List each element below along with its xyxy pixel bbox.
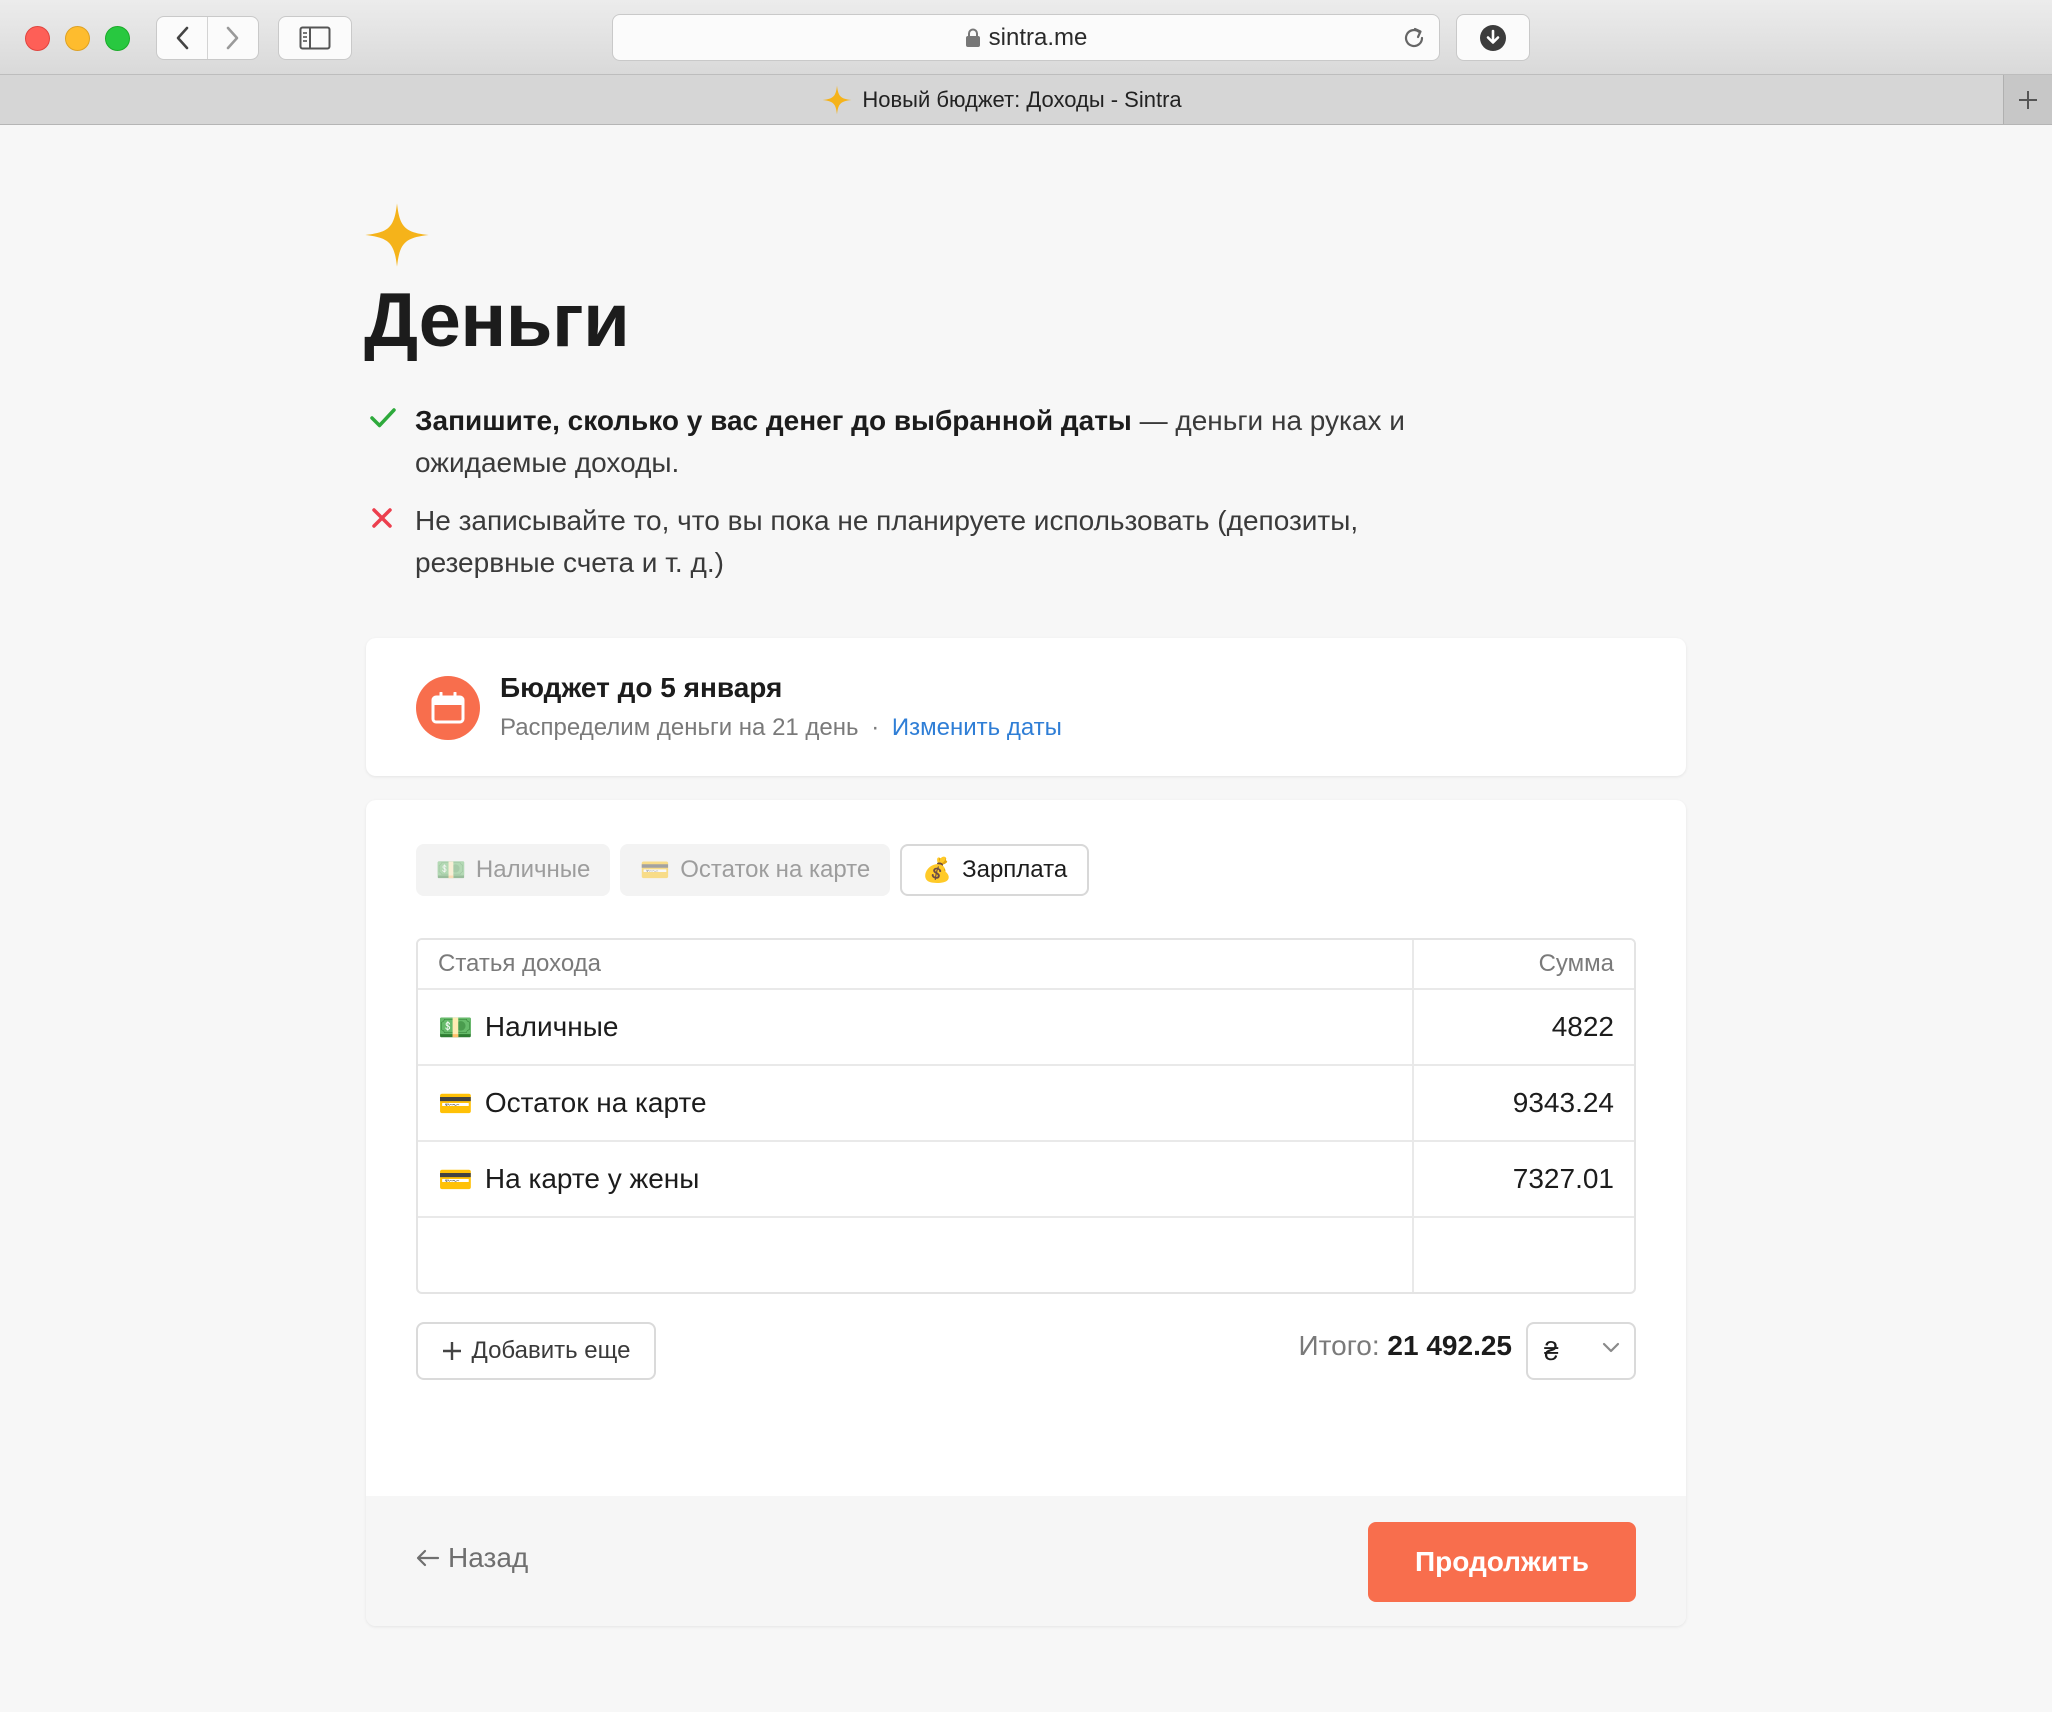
lock-icon [965, 28, 980, 47]
back-button[interactable]: Назад [416, 1542, 528, 1574]
forward-nav-button[interactable] [207, 17, 258, 59]
sparkle-logo-icon [365, 203, 429, 267]
sidebar-toggle-button[interactable] [278, 16, 352, 60]
currency-symbol: ₴ [1544, 1336, 1559, 1366]
downloads-button[interactable] [1456, 14, 1530, 61]
table-row: 💳 Остаток на карте 9343.24 [418, 1064, 1634, 1140]
table-row: 💵 Наличные 4822 [418, 988, 1634, 1064]
add-more-button[interactable]: Добавить еще [416, 1322, 656, 1380]
calendar-icon [416, 676, 480, 740]
income-amount-cell[interactable]: 9343.24 [1414, 1066, 1634, 1140]
rule-dont: Не записывайте то, что вы пока не планир… [370, 500, 1430, 584]
reload-icon[interactable] [1401, 25, 1427, 51]
income-name: На карте у жены [484, 1163, 700, 1194]
budget-subtitle: Распределим деньги на 21 день [500, 714, 859, 741]
income-amount-cell[interactable]: 7327.01 [1414, 1142, 1634, 1216]
minimize-window-button[interactable] [65, 26, 90, 51]
total-value: 21 492.25 [1387, 1330, 1512, 1361]
sidebar-icon [299, 26, 331, 50]
chevron-left-icon [176, 26, 189, 50]
income-amount-cell[interactable] [1414, 1218, 1634, 1292]
income-card: 💵 Наличные 💳 Остаток на карте 💰 Зарплата… [366, 800, 1686, 1626]
tab-title-text: Новый бюджет: Доходы - Sintra [862, 86, 1182, 112]
browser-toolbar: sintra.me [0, 0, 2052, 75]
card-footer: Назад Продолжить [366, 1496, 1686, 1626]
rule-do-bold: Запишите, сколько у вас денег до выбранн… [415, 405, 1132, 436]
plus-icon [442, 1342, 461, 1360]
income-table: Статья дохода Сумма 💵 Наличные 4822 💳 Ос… [416, 938, 1636, 1294]
new-tab-button[interactable] [2003, 75, 2052, 124]
rule-do: Запишите, сколько у вас денег до выбранн… [370, 400, 1430, 484]
chevron-down-icon [1602, 1342, 1620, 1353]
budget-subtitle-line: Распределим деньги на 21 день · Изменить… [500, 714, 1062, 742]
income-name: Наличные [484, 1011, 619, 1042]
money-bill-icon: 💵 [436, 856, 466, 884]
table-row: 💳 На карте у жены 7327.01 [418, 1140, 1634, 1216]
chip-label: Остаток на карте [680, 856, 871, 883]
tab-bar: Новый бюджет: Доходы - Sintra [0, 75, 2052, 125]
credit-card-icon: 💳 [438, 1163, 473, 1195]
total-sum: Итого: 21 492.25 [1298, 1330, 1512, 1362]
back-nav-button[interactable] [157, 17, 207, 59]
sparkle-favicon-icon [822, 85, 852, 114]
income-name-cell[interactable]: 💵 Наличные [418, 990, 1414, 1064]
chip-salary[interactable]: 💰 Зарплата [900, 844, 1090, 896]
total-label: Итого: [1298, 1330, 1380, 1361]
income-name-cell[interactable]: 💳 Остаток на карте [418, 1066, 1414, 1140]
add-more-label: Добавить еще [471, 1337, 631, 1364]
check-icon [370, 408, 396, 428]
rule-dont-text: Не записывайте то, что вы пока не планир… [415, 505, 1359, 578]
chip-label: Наличные [475, 856, 591, 883]
income-name-cell[interactable] [418, 1218, 1414, 1292]
credit-card-icon: 💳 [438, 1087, 473, 1119]
cross-icon [372, 508, 392, 528]
separator-dot: · [871, 714, 880, 741]
header-income-item: Статья дохода [418, 940, 1414, 988]
change-dates-link[interactable]: Изменить даты [892, 714, 1062, 741]
close-window-button[interactable] [25, 26, 50, 51]
budget-period-card: Бюджет до 5 января Распределим деньги на… [366, 638, 1686, 776]
table-row-empty [418, 1216, 1634, 1292]
arrow-left-icon [416, 1549, 440, 1567]
chevron-right-icon [226, 26, 239, 50]
currency-select[interactable]: ₴ [1526, 1322, 1636, 1380]
header-amount: Сумма [1538, 950, 1614, 977]
navigation-buttons [156, 16, 259, 60]
income-amount-cell[interactable]: 4822 [1414, 990, 1634, 1064]
chip-card-balance[interactable]: 💳 Остаток на карте [620, 844, 891, 896]
budget-title: Бюджет до 5 января [500, 672, 783, 703]
income-name: Остаток на карте [484, 1087, 707, 1118]
plus-icon [2019, 90, 2037, 109]
download-icon [1480, 24, 1506, 51]
money-bag-icon: 💰 [922, 856, 953, 884]
maximize-window-button[interactable] [105, 26, 130, 51]
browser-window: sintra.me Новый бюджет: Доходы - Sintra … [0, 0, 2052, 1712]
chip-cash[interactable]: 💵 Наличные [416, 844, 611, 896]
continue-button[interactable]: Продолжить [1368, 1522, 1636, 1602]
page-title: Деньги [364, 278, 630, 363]
address-bar[interactable]: sintra.me [612, 14, 1440, 61]
back-label: Назад [448, 1542, 529, 1573]
table-header-row: Статья дохода Сумма [418, 940, 1634, 988]
url-text: sintra.me [988, 23, 1088, 51]
income-name-cell[interactable]: 💳 На карте у жены [418, 1142, 1414, 1216]
chip-label: Зарплата [962, 856, 1068, 883]
credit-card-icon: 💳 [640, 856, 671, 884]
tab-active[interactable]: Новый бюджет: Доходы - Sintra [0, 75, 2004, 124]
income-suggestion-chips: 💵 Наличные 💳 Остаток на карте 💰 Зарплата [416, 844, 1090, 896]
money-bill-icon: 💵 [438, 1011, 473, 1043]
